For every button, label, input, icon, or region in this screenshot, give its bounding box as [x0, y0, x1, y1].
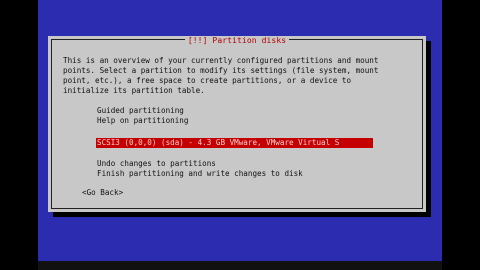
- menu-item-help-on-partitioning[interactable]: Help on partitioning: [97, 116, 188, 126]
- dialog-description: This is an overview of your currently co…: [63, 56, 378, 96]
- description-line-3: point, etc.), a free space to create par…: [63, 76, 352, 85]
- dialog-title: [!!] Partition disks: [184, 36, 290, 45]
- dialog-title-bar: [!!] Partition disks: [52, 32, 422, 47]
- dialog-frame: [!!] Partition disks This is an overview…: [51, 36, 423, 209]
- menu-item-undo-changes[interactable]: Undo changes to partitions: [97, 159, 216, 169]
- go-back-button[interactable]: <Go Back>: [82, 188, 123, 198]
- bottom-status-bar: [38, 261, 442, 270]
- description-line-1: This is an overview of your currently co…: [63, 56, 379, 65]
- partition-disks-dialog: [!!] Partition disks This is an overview…: [48, 36, 426, 212]
- menu-item-finish-partitioning[interactable]: Finish partitioning and write changes to…: [97, 169, 303, 179]
- description-line-2: points. Select a partition to modify its…: [63, 66, 379, 75]
- description-line-4: initialize its partition table.: [63, 86, 205, 95]
- installer-screen: [!!] Partition disks This is an overview…: [38, 0, 442, 270]
- menu-item-guided-partitioning[interactable]: Guided partitioning: [97, 106, 184, 116]
- menu-item-disk-sda-selected[interactable]: SCSI3 (0,0,0) (sda) - 4.3 GB VMware, VMw…: [96, 138, 373, 148]
